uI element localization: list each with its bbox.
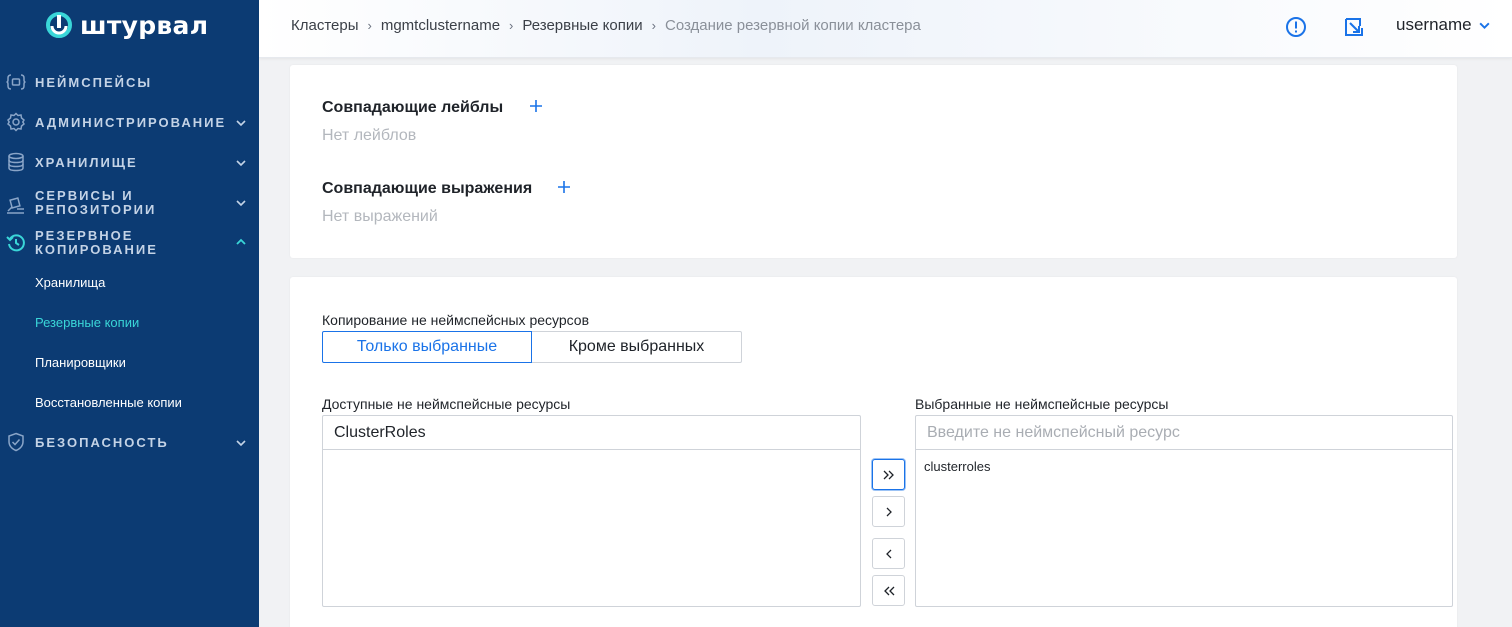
resources-card: Копирование не неймспейсных ресурсов Тол… <box>290 277 1457 627</box>
services-icon <box>6 194 26 214</box>
gear-icon <box>6 112 26 132</box>
alert-icon[interactable] <box>1284 15 1308 39</box>
sidebar-item-label: Администрирование <box>35 115 227 130</box>
available-resources-list[interactable] <box>322 415 861 607</box>
sidebar-item-label: Хранилище <box>35 155 138 170</box>
mode-except-selected-button[interactable]: Кроме выбранных <box>531 331 742 363</box>
matching-expressions-title: Совпадающие выражения <box>322 180 533 197</box>
sidebar: штурвал Неймспейсы Администрирование Хра… <box>0 0 259 627</box>
list-item[interactable]: clusterroles <box>924 459 990 474</box>
double-chevron-left-icon <box>883 586 894 595</box>
breadcrumb-separator-icon: › <box>651 18 656 33</box>
chevron-down-icon <box>236 200 246 207</box>
no-expressions-text: Нет выражений <box>322 208 438 225</box>
breadcrumb-clusters[interactable]: Кластеры <box>291 17 359 34</box>
breadcrumb-separator-icon: › <box>367 18 372 33</box>
selected-resources-label: Выбранные не неймспейсные ресурсы <box>915 396 1169 412</box>
mode-only-selected-button[interactable]: Только выбранные <box>322 331 532 363</box>
chevron-down-icon <box>236 160 246 167</box>
chevron-down-icon <box>1479 22 1490 29</box>
breadcrumb-backups[interactable]: Резервные копии <box>522 17 642 34</box>
move-all-right-button[interactable] <box>872 459 905 490</box>
sidebar-item-label: Неймспейсы <box>35 75 153 90</box>
header: Кластеры › mgmtclustername › Резервные к… <box>259 0 1512 58</box>
sidebar-item-security[interactable]: Безопасность <box>0 432 259 452</box>
double-chevron-right-icon <box>883 470 894 479</box>
chevron-up-icon <box>236 238 246 245</box>
chevron-left-icon <box>885 549 891 558</box>
database-icon <box>6 152 26 172</box>
namespace-icon <box>6 72 26 92</box>
expand-icon[interactable] <box>1342 15 1366 39</box>
breadcrumb: Кластеры › mgmtclustername › Резервные к… <box>291 17 921 34</box>
backup-icon <box>6 233 26 253</box>
sidebar-item-backup[interactable]: Резервное копирование <box>0 228 259 258</box>
sidebar-item-label: Резервное копирование <box>35 228 158 257</box>
user-menu[interactable]: username <box>1396 15 1491 35</box>
move-left-button[interactable] <box>872 538 905 569</box>
add-label-icon[interactable] <box>528 98 544 114</box>
no-labels-text: Нет лейблов <box>322 127 417 144</box>
breadcrumb-current: Создание резервной копии кластера <box>664 17 921 34</box>
sidebar-item-label: Сервисы и репозитории <box>35 188 157 217</box>
breadcrumb-cluster[interactable]: mgmtclustername <box>381 17 500 34</box>
sidebar-item-storage[interactable]: Хранилище <box>0 152 259 172</box>
chevron-down-icon <box>236 120 246 127</box>
username: username <box>1396 15 1472 34</box>
sidebar-subitem-schedules[interactable]: Планировщики <box>35 355 126 370</box>
sidebar-subitem-storages[interactable]: Хранилища <box>35 275 105 290</box>
sidebar-item-services[interactable]: Сервисы и репозитории <box>0 188 259 218</box>
available-filter-input[interactable] <box>323 416 860 450</box>
sidebar-item-administration[interactable]: Администрирование <box>0 112 259 132</box>
copy-mode-label: Копирование не неймспейсных ресурсов <box>322 312 590 328</box>
shield-icon <box>6 432 26 452</box>
available-resources-label: Доступные не неймспейсные ресурсы <box>322 396 571 412</box>
selected-resources-list[interactable]: clusterroles <box>915 415 1453 607</box>
chevron-right-icon <box>886 507 892 516</box>
sidebar-item-namespaces[interactable]: Неймспейсы <box>0 72 259 92</box>
sidebar-subitem-backups[interactable]: Резервные копии <box>35 315 139 330</box>
logo-text: штурвал <box>80 10 209 40</box>
move-right-button[interactable] <box>872 496 905 527</box>
add-expression-icon[interactable] <box>556 179 572 195</box>
selector-card: Совпадающие лейблы Нет лейблов Совпадающ… <box>290 65 1457 258</box>
matching-labels-title: Совпадающие лейблы <box>322 99 504 116</box>
chevron-down-icon <box>236 440 246 447</box>
sidebar-item-label: Безопасность <box>35 435 169 450</box>
sidebar-subitem-restores[interactable]: Восстановленные копии <box>35 395 182 410</box>
logo[interactable]: штурвал <box>46 10 208 40</box>
selected-resource-input[interactable] <box>916 416 1452 450</box>
move-all-left-button[interactable] <box>872 575 905 606</box>
helm-logo-icon <box>46 12 72 38</box>
breadcrumb-separator-icon: › <box>509 18 514 33</box>
